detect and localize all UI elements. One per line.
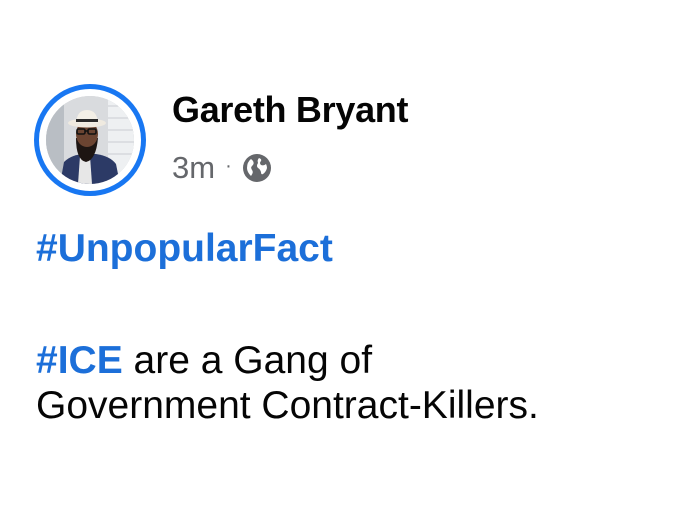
post-paragraph: #ICE are a Gang of Government Contract-Ki…	[36, 338, 676, 428]
post-meta: 3m ·	[172, 150, 272, 186]
hashtag-link[interactable]: #UnpopularFact	[36, 227, 333, 270]
post-timestamp[interactable]: 3m	[172, 150, 215, 186]
post-card: Gareth Bryant 3m · #UnpopularFact #ICE a…	[0, 0, 698, 527]
post-text-line: are a Gang of	[122, 339, 373, 382]
hashtag-link[interactable]: #ICE	[36, 339, 123, 382]
post-text: #UnpopularFact #ICE are a Gang of Governm…	[36, 226, 676, 427]
author-name[interactable]: Gareth Bryant	[172, 89, 408, 131]
meta-separator: ·	[225, 154, 232, 177]
author-avatar[interactable]	[34, 84, 146, 196]
profile-photo	[46, 96, 134, 184]
globe-icon[interactable]	[242, 153, 272, 183]
post-text-line: Government Contract-Killers.	[36, 384, 539, 427]
post-paragraph: #UnpopularFact	[36, 226, 676, 271]
